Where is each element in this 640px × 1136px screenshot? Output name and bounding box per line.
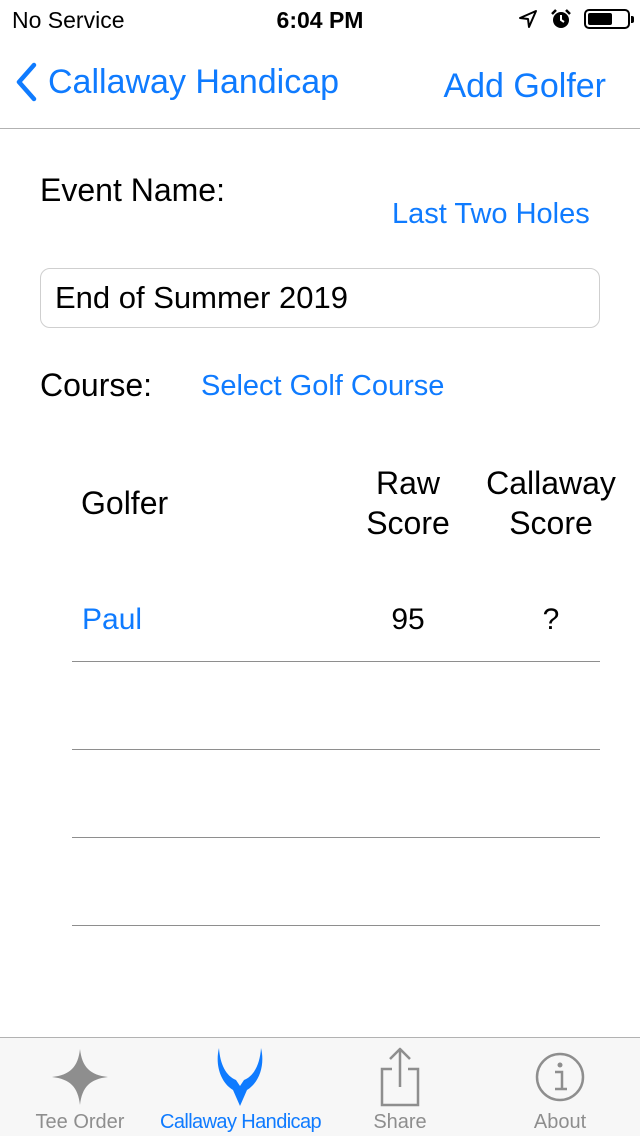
tab-share[interactable]: Share: [320, 1038, 480, 1136]
location-arrow-icon: [519, 10, 537, 28]
golfer-column-header: Golfer: [81, 485, 169, 521]
raw-score-header-line2: Score: [366, 505, 450, 541]
callaway-score-header-line2: Score: [509, 505, 593, 541]
navigation-bar: Callaway Handicap Add Golfer: [0, 40, 640, 129]
raw-score-header-line1: Raw: [375, 465, 440, 501]
status-indicators: [518, 8, 634, 30]
tab-label: About: [533, 1111, 587, 1133]
tab-callaway-handicap[interactable]: Callaway Handicap: [160, 1038, 322, 1136]
status-bar: No Service 6:04 PM: [0, 0, 640, 40]
back-button-label: Callaway Handicap: [48, 62, 340, 101]
add-golfer-button[interactable]: Add Golfer: [443, 67, 606, 106]
horns-icon: [217, 1048, 263, 1106]
info-icon: [535, 1052, 585, 1102]
tab-bar: Tee Order Callaway Handicap Share About: [0, 1037, 640, 1136]
callaway-score-column-header: Callaway Score: [476, 463, 626, 543]
tab-label: Tee Order: [35, 1111, 125, 1133]
callaway-handicap-screen: No Service 6:04 PM Callaway Handicap Add…: [0, 0, 640, 1136]
event-name-label: Event Name:: [40, 172, 225, 208]
callaway-score-header-line1: Callaway: [486, 465, 616, 501]
row-divider: [72, 749, 600, 750]
alarm-clock-icon: [551, 9, 571, 28]
share-icon: [380, 1047, 420, 1107]
back-button[interactable]: Callaway Handicap: [14, 62, 339, 102]
tab-tee-order[interactable]: Tee Order: [0, 1038, 160, 1136]
row-divider: [72, 925, 600, 926]
raw-score-column-header: Raw Score: [348, 463, 468, 543]
callaway-score-value: ?: [542, 603, 560, 636]
star-icon: [52, 1049, 108, 1105]
raw-score-value: 95: [391, 603, 425, 636]
select-golf-course-button[interactable]: Select Golf Course: [201, 370, 444, 403]
tab-label: Callaway Handicap: [160, 1111, 322, 1133]
last-two-holes-button[interactable]: Last Two Holes: [392, 198, 590, 231]
row-divider: [72, 661, 600, 662]
row-divider: [72, 837, 600, 838]
chevron-left-icon: [16, 62, 37, 102]
event-name-field[interactable]: [40, 268, 600, 328]
tab-about[interactable]: About: [480, 1038, 640, 1136]
tab-label: Share: [373, 1111, 427, 1133]
course-label: Course:: [40, 367, 153, 403]
golfer-name-link[interactable]: Paul: [82, 603, 142, 637]
battery-icon: [584, 9, 634, 29]
